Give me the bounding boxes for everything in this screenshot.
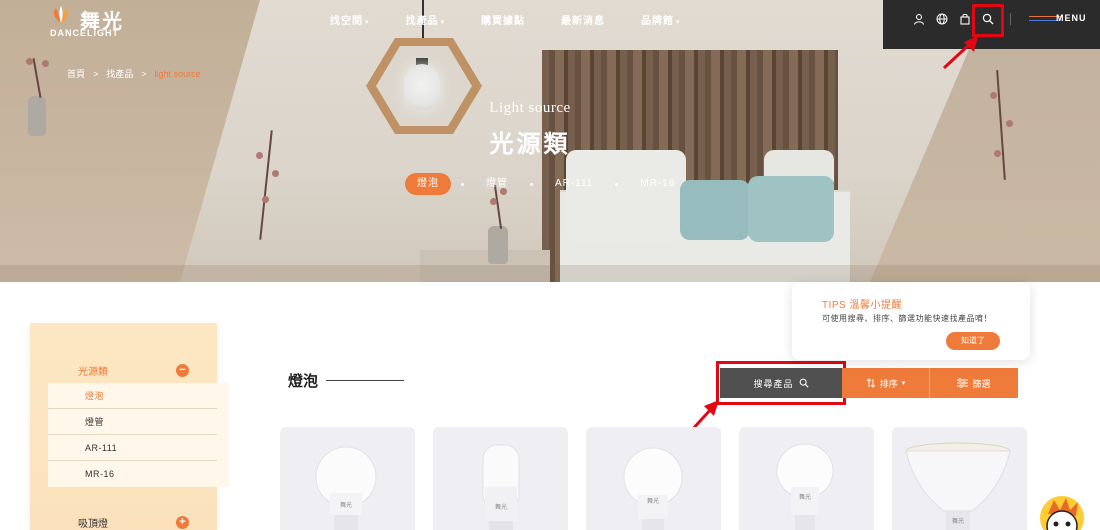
svg-text:舞光: 舞光 [647, 497, 659, 505]
sidebar-item-ar111[interactable]: AR-111 [48, 435, 217, 461]
annotation-arrow-icon [942, 36, 978, 70]
tips-title: TIPS 溫馨小提醒 [822, 300, 903, 311]
hero-tab-mr16[interactable]: MR-16 [628, 173, 687, 195]
sidebar-category-label: 吸頂燈 [78, 518, 108, 530]
svg-text:舞光: 舞光 [495, 503, 507, 511]
nav-news[interactable]: 最新消息 [561, 12, 605, 27]
sort-arrows-icon [866, 378, 876, 388]
nav-find-space[interactable]: 找空間 ▾ [330, 12, 370, 27]
tube-bulb-icon: 舞光 [482, 444, 520, 530]
tips-dismiss-button[interactable]: 知道了 [946, 332, 1000, 350]
tab-separator-dot [530, 182, 533, 186]
par-bulb-icon: 舞光 [905, 442, 1011, 530]
sidebar-category-ceiling[interactable]: 吸頂燈 + [48, 514, 189, 530]
chevron-down-icon: ▾ [440, 19, 446, 26]
tips-body: 可使用搜尋、排序、篩選功能快速找產品唷！ [822, 314, 992, 323]
svg-text:舞光: 舞光 [340, 501, 352, 509]
nav-label: 找產品 [405, 16, 439, 27]
sidebar-category-label: 光源類 [78, 366, 108, 378]
tab-separator-dot [615, 182, 619, 186]
chevron-down-icon: ▾ [901, 380, 906, 387]
filter-button[interactable]: 篩選 [930, 368, 1018, 398]
nav-label: 購買據點 [481, 16, 526, 27]
logo-text-en: DANCELiGHT [50, 28, 119, 38]
sidebar-item-mr16[interactable]: MR-16 [48, 461, 217, 487]
chevron-down-icon: ▾ [365, 19, 370, 26]
a-bulb-icon: 舞光 [623, 447, 683, 530]
sort-label: 排序 [879, 378, 898, 389]
filter-sliders-icon [957, 378, 969, 388]
section-title-text: 燈泡 [288, 373, 319, 390]
expand-plus-icon[interactable]: + [176, 515, 189, 529]
search-products-label: 搜尋產品 [753, 378, 794, 389]
svg-text:舞光: 舞光 [952, 517, 964, 525]
sort-button[interactable]: 排序 ▾ [842, 368, 930, 398]
title-underline [326, 380, 405, 381]
hero-tab-bulb[interactable]: 燈泡 [405, 173, 451, 195]
search-icon [799, 378, 809, 388]
hero-title: 光源類 [489, 131, 571, 158]
breadcrumb-current: light source [154, 68, 201, 79]
filter-bar: 搜尋產品 排序 ▾ 篩選 [720, 368, 1018, 398]
breadcrumb-products[interactable]: 找產品 [106, 67, 133, 80]
breadcrumb: 首頁 > 找產品 > light source [67, 67, 201, 80]
nav-find-products[interactable]: 找產品 ▾ [406, 12, 446, 27]
nav-where-to-buy[interactable]: 購買據點 [481, 12, 525, 27]
bag-icon[interactable] [957, 11, 973, 27]
product-card[interactable]: 舞光 [586, 427, 721, 530]
section-title: 燈泡 [288, 370, 405, 391]
sidebar-item-tube[interactable]: 燈管 [48, 409, 217, 435]
svg-text:舞光: 舞光 [799, 493, 811, 501]
chat-mascot-button[interactable] [1040, 496, 1084, 530]
user-icon[interactable] [911, 11, 927, 27]
product-card[interactable]: 舞光 [892, 427, 1027, 530]
breadcrumb-separator: > [93, 68, 99, 79]
brand-logo[interactable]: 舞光 DANCELiGHT [50, 2, 140, 42]
product-card[interactable]: 舞光 [433, 427, 568, 530]
hero-eyebrow: Light source [489, 100, 571, 116]
search-products-button[interactable]: 搜尋產品 [720, 368, 842, 398]
breadcrumb-separator: > [141, 68, 147, 79]
breadcrumb-home[interactable]: 首頁 [67, 67, 85, 80]
product-card[interactable]: 舞光 [739, 427, 874, 530]
globe-icon[interactable] [934, 11, 950, 27]
nav-label: 最新消息 [561, 16, 606, 27]
a-bulb-icon: 舞光 [776, 443, 834, 530]
menu-button[interactable]: MENU [1056, 13, 1087, 23]
filter-label: 篩選 [972, 378, 991, 389]
nav-label: 找空間 [330, 16, 363, 27]
sidebar-item-bulb[interactable]: 燈泡 [48, 383, 217, 409]
sidebar-category-light-source[interactable]: 光源類 − [48, 362, 189, 378]
chevron-down-icon: ▾ [676, 19, 681, 26]
collapse-minus-icon[interactable]: − [176, 363, 189, 377]
hero-tab-ar111[interactable]: AR-111 [543, 173, 605, 195]
nav-brand[interactable]: 品牌館 ▾ [641, 12, 681, 27]
category-sidebar: 光源類 − 燈泡 燈管 AR-111 MR-16 吸頂燈 + [30, 323, 229, 530]
tips-popover: TIPS 溫馨小提醒 可使用搜尋、排序、篩選功能快速找產品唷！ 知道了 [792, 282, 1030, 360]
product-grid: 舞光 舞光 舞光 舞光 舞光 [280, 427, 1027, 530]
hero-tab-tube[interactable]: 燈管 [474, 173, 520, 195]
sidebar-submenu: 燈泡 燈管 AR-111 MR-16 [48, 383, 229, 487]
tab-separator-dot [461, 182, 464, 186]
utility-divider [1010, 13, 1011, 25]
logo-mark-icon [53, 6, 69, 23]
product-card[interactable]: 舞光 [280, 427, 415, 530]
a-bulb-icon: 舞光 [315, 446, 377, 530]
nav-label: 品牌館 [641, 16, 675, 27]
main-nav: 找空間 ▾ 找產品 ▾ 購買據點 最新消息 品牌館 ▾ [330, 12, 717, 27]
mascot-icon [1046, 498, 1078, 530]
hero-tabs: 燈泡 燈管 AR-111 MR-16 [405, 173, 687, 195]
